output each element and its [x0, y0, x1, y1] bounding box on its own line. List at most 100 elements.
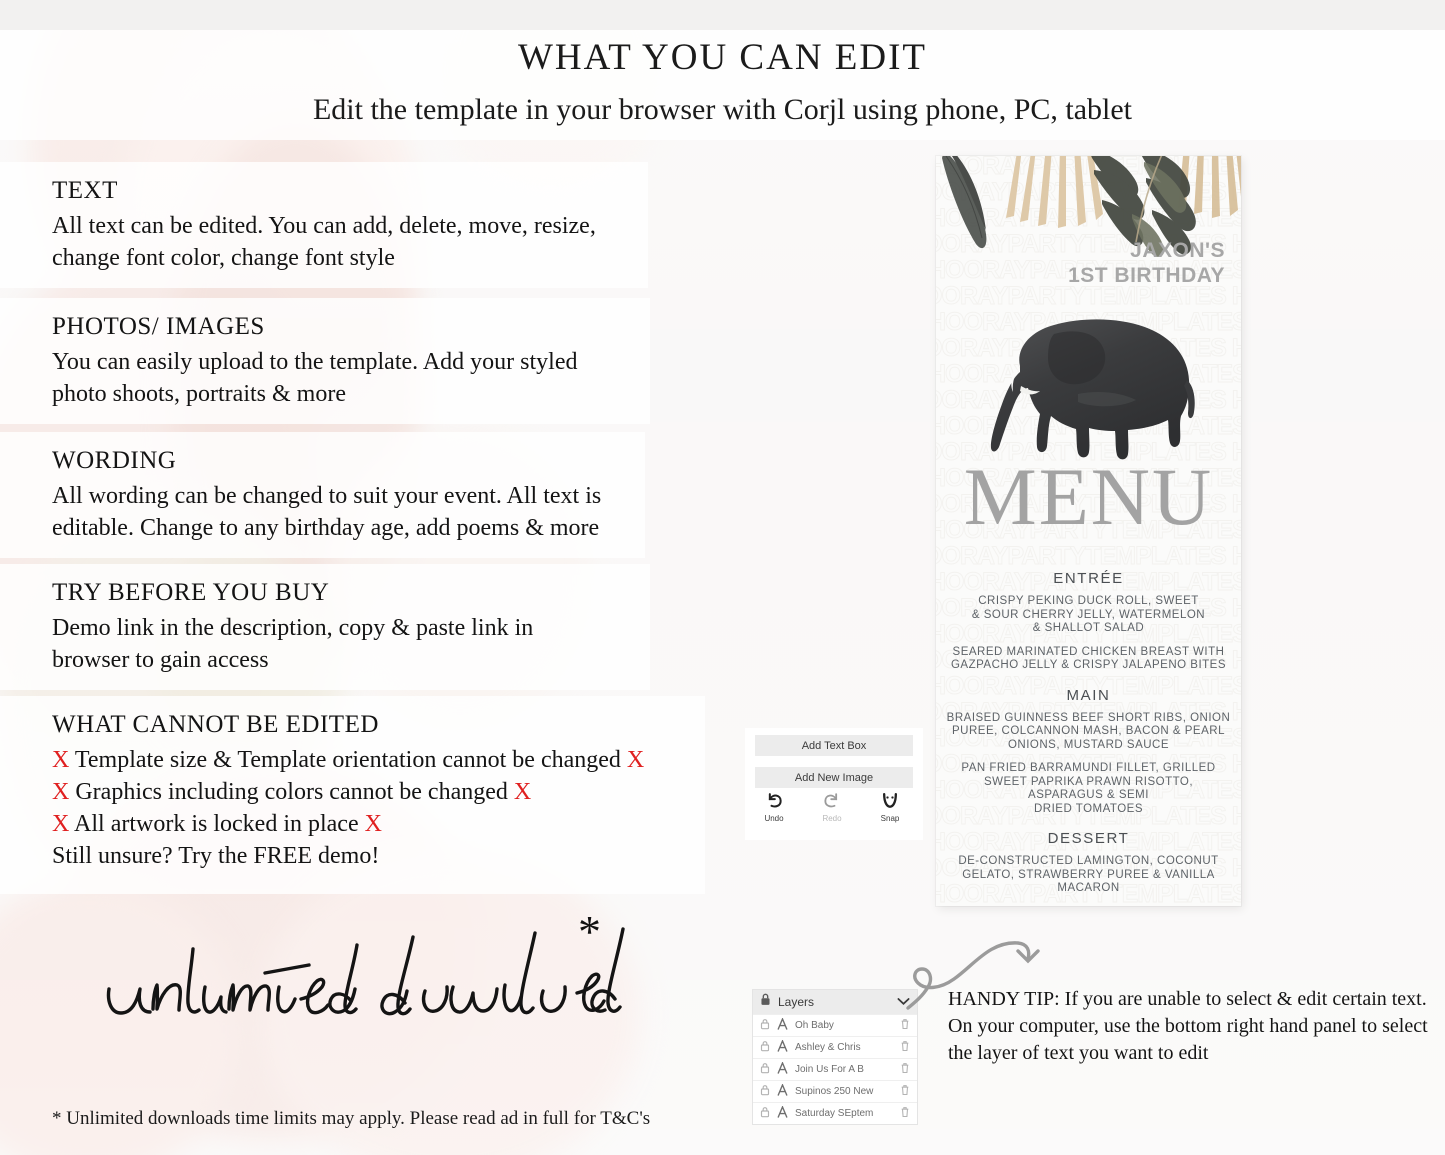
undo-label: Undo	[764, 814, 784, 823]
redo-button[interactable]: Redo	[815, 790, 849, 823]
layer-name: Supinos 250 New	[795, 1086, 874, 1097]
delete-layer-icon[interactable]	[900, 1061, 910, 1079]
menu-section-title: MAIN	[1066, 686, 1111, 704]
menu-item: PAN FRIED BARRAMUNDI FILLET, GRILLED SWEE…	[961, 762, 1216, 815]
snap-label: Snap	[880, 814, 900, 823]
delete-layer-icon[interactable]	[900, 1017, 910, 1035]
x-mark-icon: X	[626, 747, 645, 773]
layer-name: Oh Baby	[795, 1020, 834, 1031]
cannot-edit-line-1: X Template size & Template orientation c…	[52, 744, 705, 776]
layer-name: Join Us For A B	[795, 1064, 864, 1075]
layer-row[interactable]: Oh Baby	[753, 1014, 917, 1036]
info-block-text: TEXT All text can be edited. You can add…	[0, 162, 648, 288]
text-layer-icon	[777, 1016, 788, 1035]
menu-item: SEARED MARINATED CHICKEN BREAST WITH GAZP…	[950, 645, 1227, 672]
info-block-line-2: browser to gain access	[52, 647, 269, 673]
x-mark-icon: X	[52, 779, 70, 805]
text-layer-icon	[777, 1060, 788, 1079]
info-block-line-1: All text can be edited. You can add, del…	[52, 213, 596, 239]
delete-layer-icon[interactable]	[900, 1105, 910, 1123]
x-mark-icon: X	[364, 811, 382, 837]
page-subtitle: Edit the template in your browser with C…	[312, 93, 1133, 126]
info-block-what-cannot-be-edited: WHAT CANNOT BE EDITED X Template size & …	[0, 696, 705, 894]
info-block-line-2: editable. Change to any birthday age, ad…	[52, 515, 600, 541]
menu-card-preview: HOORAYPARTYTEMPLATES HOORAYPARTYTEMPLATE…	[936, 156, 1241, 906]
undo-button[interactable]: Undo	[757, 790, 791, 823]
cannot-edit-line-1-text: Template size & Template orientation can…	[74, 747, 621, 773]
menu-item: BRAISED GUINNESS BEEF SHORT RIBS, ONION P…	[946, 711, 1231, 751]
info-block-heading: PHOTOS/ IMAGES	[52, 313, 265, 340]
script-asterisk: *	[578, 906, 601, 957]
cannot-edit-line-3: X All artwork is locked in place X	[52, 808, 705, 840]
redo-icon	[815, 790, 849, 812]
menu-headline: MENU	[963, 451, 1214, 542]
cannot-edit-line-2: X Graphics including colors cannot be ch…	[52, 776, 705, 808]
lock-icon[interactable]	[760, 1039, 770, 1057]
add-new-image-button[interactable]: Add New Image	[755, 767, 913, 788]
footnote: * Unlimited downloads time limits may ap…	[52, 1108, 651, 1129]
snap-button[interactable]: Snap	[873, 790, 907, 823]
lock-icon[interactable]	[760, 1083, 770, 1101]
menu-item: CRISPY PEKING DUCK ROLL, SWEET & SOUR CHE…	[971, 595, 1206, 634]
editor-tool-row: Undo Redo Snap	[757, 790, 911, 823]
info-block-line-2: photo shoots, portraits & more	[52, 381, 346, 407]
page-header: WHAT YOU CAN EDIT Edit the template in y…	[0, 36, 1445, 132]
info-block-heading: TRY BEFORE YOU BUY	[52, 579, 330, 606]
text-layer-icon	[777, 1082, 788, 1101]
info-block-line-1: Demo link in the description, copy & pas…	[52, 615, 534, 641]
menu-section-title: ENTRÉE	[1053, 570, 1124, 587]
info-block-heading: TEXT	[52, 177, 118, 204]
layers-panel-header[interactable]: Layers	[753, 990, 917, 1014]
top-grey-strip	[0, 0, 1445, 30]
card-name-line-1: JAXON'S	[1130, 239, 1225, 262]
layer-row[interactable]: Saturday SEptem	[753, 1102, 917, 1124]
page-title: WHAT YOU CAN EDIT	[517, 37, 928, 78]
card-name-line-2: 1ST BIRTHDAY	[1068, 264, 1225, 287]
snap-icon	[873, 790, 907, 812]
elephant-illustration	[990, 319, 1195, 460]
layer-name: Saturday SEptem	[795, 1108, 874, 1119]
layer-row[interactable]: Join Us For A B	[753, 1058, 917, 1080]
handy-tip-line-2: On your computer, use the bottom right h…	[948, 1015, 1428, 1037]
cannot-edit-line-3-text: All artwork is locked in place	[74, 811, 359, 837]
text-layer-icon	[777, 1038, 788, 1057]
info-block-line-1: All wording can be changed to suit your …	[52, 483, 602, 509]
lock-icon[interactable]	[760, 1017, 770, 1035]
cannot-edit-heading: WHAT CANNOT BE EDITED	[52, 711, 379, 738]
layer-name: Ashley & Chris	[795, 1042, 861, 1053]
handy-tip: HANDY TIP: If you are unable to select &…	[948, 986, 1428, 1067]
info-block-heading: WORDING	[52, 447, 177, 474]
menu-section-title: DESSERT	[1047, 830, 1130, 847]
layer-row[interactable]: Ashley & Chris	[753, 1036, 917, 1058]
menu-sections: ENTRÉE CRISPY PEKING DUCK ROLL, SWEET & SO…	[946, 556, 1231, 906]
lock-icon	[760, 993, 771, 1011]
text-layer-icon	[777, 1104, 788, 1123]
lock-icon[interactable]	[760, 1061, 770, 1079]
delete-layer-icon[interactable]	[900, 1083, 910, 1101]
card-name-block: JAXON'S 1ST BIRTHDAY	[1068, 238, 1225, 288]
menu-item: DE-CONSTRUCTED LAMINGTON, COCONUT GELATO,…	[958, 855, 1219, 894]
lock-icon[interactable]	[760, 1105, 770, 1123]
redo-label: Redo	[822, 814, 842, 823]
info-block-photos-images: PHOTOS/ IMAGES You can easily upload to …	[0, 298, 650, 424]
info-block-try-before-you-buy: TRY BEFORE YOU BUY Demo link in the desc…	[0, 564, 650, 690]
handy-tip-line-1: HANDY TIP: If you are unable to select &…	[948, 988, 1427, 1010]
cannot-edit-line-2-text: Graphics including colors cannot be chan…	[75, 779, 508, 805]
info-block-line-1: You can easily upload to the template. A…	[52, 349, 578, 375]
corjl-editor-panel: Add Text Box Add New Image Undo Redo Sna…	[745, 728, 923, 840]
cannot-edit-line-4: Still unsure? Try the FREE demo!	[52, 843, 380, 869]
info-block-line-2: change font color, change font style	[52, 245, 395, 271]
unlimited-downloads-script	[95, 915, 635, 1045]
layers-panel: Layers Oh Baby Ashley & Chris Join Us For …	[753, 990, 917, 1124]
delete-layer-icon[interactable]	[900, 1039, 910, 1057]
x-mark-icon: X	[52, 747, 70, 773]
add-text-box-button[interactable]: Add Text Box	[755, 735, 913, 756]
x-mark-icon: X	[52, 811, 70, 837]
layers-row-list: Oh Baby Ashley & Chris Join Us For A B Supi…	[753, 1014, 917, 1124]
info-block-wording: WORDING All wording can be changed to su…	[0, 432, 645, 558]
handy-tip-line-3: the layer of text you want to edit	[948, 1042, 1209, 1064]
x-mark-icon: X	[513, 779, 532, 805]
layer-row[interactable]: Supinos 250 New	[753, 1080, 917, 1102]
layers-panel-title: Layers	[778, 995, 815, 1009]
undo-icon	[757, 790, 791, 812]
